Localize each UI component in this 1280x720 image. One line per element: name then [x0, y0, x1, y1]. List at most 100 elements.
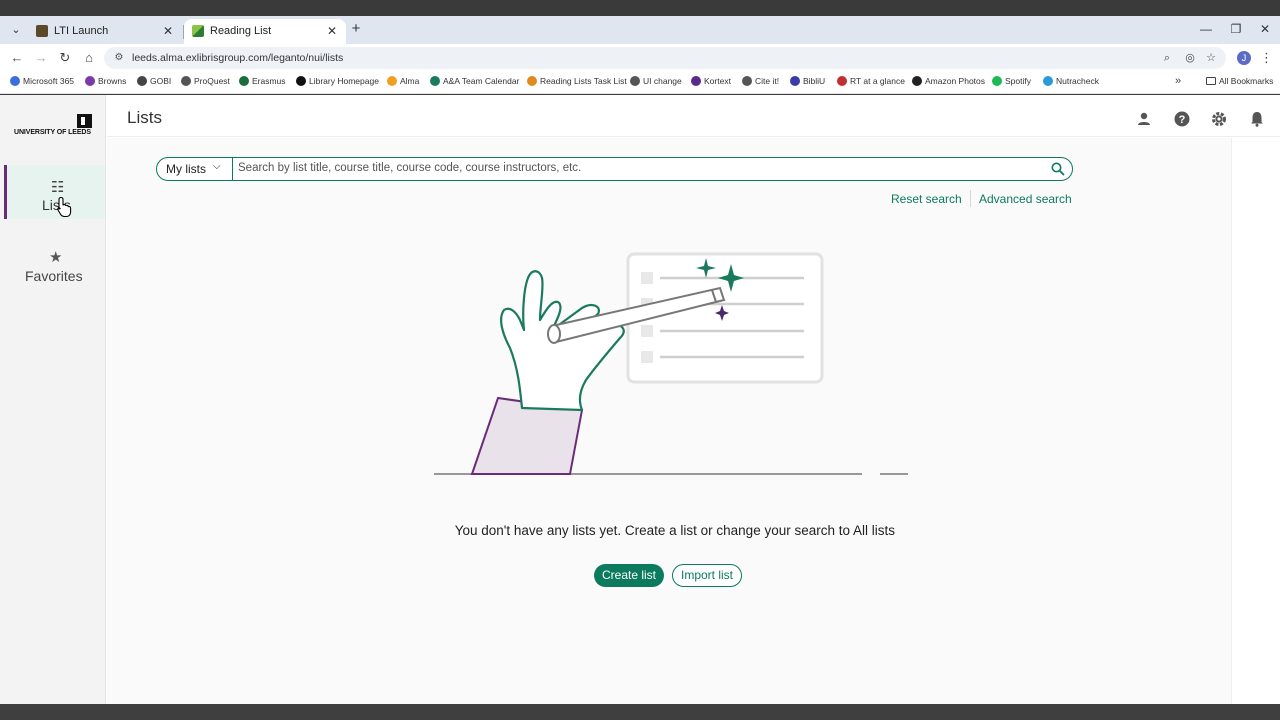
bookmark-label: Spotify — [1005, 76, 1031, 86]
bookmark-item[interactable]: Kortext — [691, 76, 731, 90]
tab-lti-launch[interactable]: LTI Launch ✕ — [28, 19, 182, 44]
eye-off-icon[interactable]: ◎ — [1183, 51, 1197, 65]
right-panel-gutter — [1231, 138, 1280, 704]
notifications-bell-icon[interactable] — [1248, 110, 1266, 128]
bookmark-label: Microsoft 365 — [23, 76, 75, 86]
site-info-icon[interactable]: ⚙ — [112, 51, 126, 65]
bookmark-favicon-icon — [239, 76, 249, 86]
all-bookmarks-folder[interactable]: All Bookmarks — [1206, 76, 1273, 86]
bookmark-label: Library Homepage — [309, 76, 379, 86]
reset-search-link[interactable]: Reset search — [891, 192, 962, 206]
bookmark-favicon-icon — [387, 76, 397, 86]
scope-label: My lists — [166, 162, 206, 176]
browser-menu-icon[interactable]: ⋮ — [1260, 49, 1273, 67]
tab-close-icon[interactable]: ✕ — [324, 23, 340, 39]
reload-icon[interactable]: ↻ — [56, 49, 74, 67]
bookmark-favicon-icon — [912, 76, 922, 86]
bookmark-label: UI change — [643, 76, 682, 86]
bookmark-favicon-icon — [1043, 76, 1053, 86]
bookmark-favicon-icon — [630, 76, 640, 86]
bookmarks-bar: » All Bookmarks Microsoft 365 Browns GOBI P… — [0, 72, 1280, 94]
bookmark-item[interactable]: ProQuest — [181, 76, 230, 90]
browser-toolbar: ← → ↻ ⌂ ⚙ leeds.alma.exlibrisgroup.com/l… — [0, 44, 1280, 72]
sidebar-item-label: Favorites — [25, 268, 83, 284]
import-list-button[interactable]: Import list — [672, 564, 742, 587]
restore-icon[interactable]: ❐ — [1225, 20, 1247, 38]
star-icon: ★ — [49, 249, 63, 266]
window-close-icon[interactable]: ✕ — [1254, 20, 1276, 38]
bookmark-label: Browns — [98, 76, 127, 86]
back-arrow-icon[interactable]: ← — [8, 49, 26, 67]
bookmark-label: BibliU — [803, 76, 826, 86]
bookmark-star-icon[interactable]: ☆ — [1204, 51, 1218, 65]
search-icon[interactable] — [1050, 161, 1066, 177]
bookmark-item[interactable]: UI change — [630, 76, 682, 90]
profile-avatar[interactable]: J — [1237, 51, 1251, 65]
advanced-search-link[interactable]: Advanced search — [979, 192, 1072, 206]
bookmark-label: Kortext — [704, 76, 731, 86]
tab-close-icon[interactable]: ✕ — [160, 23, 176, 39]
forward-arrow-icon[interactable]: → — [32, 49, 50, 67]
bookmark-label: GOBI — [150, 76, 172, 86]
browser-tab-bar: ⌄ LTI Launch ✕ Reading List ✕ + — ❐ ✕ — [0, 16, 1280, 44]
search-scope-dropdown[interactable]: My lists ⌵ — [157, 158, 233, 180]
background-window-strip — [0, 0, 1280, 16]
url-text[interactable]: leeds.alma.exlibrisgroup.com/leganto/nui… — [132, 52, 343, 64]
university-logo[interactable]: UNIVERSITY OF LEEDS — [14, 114, 94, 138]
logo-text: UNIVERSITY OF LEEDS — [14, 129, 91, 136]
zoom-icon[interactable]: ⌕ — [1160, 51, 1174, 65]
leganto-app: UNIVERSITY OF LEEDS ☷ Lists ★ Favorites … — [0, 95, 1280, 704]
empty-state-illustration — [434, 252, 908, 475]
bookmark-item[interactable]: Alma — [387, 76, 419, 90]
lti-favicon-icon — [36, 25, 48, 37]
bookmark-item[interactable]: BibliU — [790, 76, 825, 90]
bookmark-item[interactable]: Library Homepage — [296, 76, 379, 90]
bookmark-favicon-icon — [527, 76, 537, 86]
bookmark-favicon-icon — [742, 76, 752, 86]
new-tab-plus-icon[interactable]: + — [348, 21, 364, 37]
bookmark-favicon-icon — [296, 76, 306, 86]
tab-title: LTI Launch — [54, 25, 109, 37]
help-icon[interactable]: ? — [1173, 110, 1191, 128]
bookmark-item[interactable]: GOBI — [137, 76, 171, 90]
bookmark-label: A&A Team Calendar — [443, 76, 520, 86]
address-bar[interactable]: ⚙ leeds.alma.exlibrisgroup.com/leganto/n… — [104, 47, 1226, 69]
bookmark-favicon-icon — [430, 76, 440, 86]
bookmark-item[interactable]: Nutracheck — [1043, 76, 1099, 90]
minimize-icon[interactable]: — — [1195, 20, 1217, 38]
bookmark-item[interactable]: Reading Lists Task List — [527, 76, 627, 90]
bookmark-item[interactable]: Cite it! — [742, 76, 779, 90]
page-header: Lists ? — [107, 95, 1280, 137]
bookmark-item[interactable]: Spotify — [992, 76, 1031, 90]
bookmark-item[interactable]: A&A Team Calendar — [430, 76, 519, 90]
home-icon[interactable]: ⌂ — [80, 49, 98, 67]
more-bookmarks-chevron-icon[interactable]: » — [1175, 75, 1181, 87]
sidebar-item-favorites[interactable]: ★ Favorites — [4, 245, 105, 293]
bookmark-item[interactable]: Browns — [85, 76, 126, 90]
folder-icon — [1206, 77, 1216, 85]
bookmark-item[interactable]: Microsoft 365 — [10, 76, 74, 90]
taskbar-strip — [0, 704, 1280, 720]
bookmark-item[interactable]: Erasmus — [239, 76, 286, 90]
chevron-down-icon: ⌵ — [213, 161, 221, 172]
sidebar-item-lists[interactable]: ☷ Lists — [4, 165, 105, 219]
all-bookmarks-label: All Bookmarks — [1219, 76, 1274, 86]
bookmark-favicon-icon — [10, 76, 20, 86]
settings-gear-icon[interactable] — [1210, 110, 1228, 128]
bookmark-label: ProQuest — [194, 76, 230, 86]
bookmark-label: Cite it! — [755, 76, 780, 86]
bookmark-favicon-icon — [691, 76, 701, 86]
bookmark-item[interactable]: Amazon Photos — [912, 76, 985, 90]
tab-reading-list[interactable]: Reading List ✕ — [184, 19, 346, 44]
list-icon: ☷ — [51, 179, 65, 196]
tab-search-chevron-icon[interactable]: ⌄ — [8, 22, 24, 38]
logo-mark — [77, 114, 92, 128]
search-input[interactable]: Search by list title, course title, cour… — [238, 162, 581, 174]
bookmark-item[interactable]: RT at a glance — [837, 76, 905, 90]
svg-text:?: ? — [1179, 114, 1186, 126]
user-icon[interactable] — [1135, 110, 1153, 128]
bookmark-label: Amazon Photos — [925, 76, 986, 86]
page-title: Lists — [127, 108, 162, 127]
create-list-button[interactable]: Create list — [594, 564, 664, 587]
bookmark-label: Alma — [400, 76, 420, 86]
